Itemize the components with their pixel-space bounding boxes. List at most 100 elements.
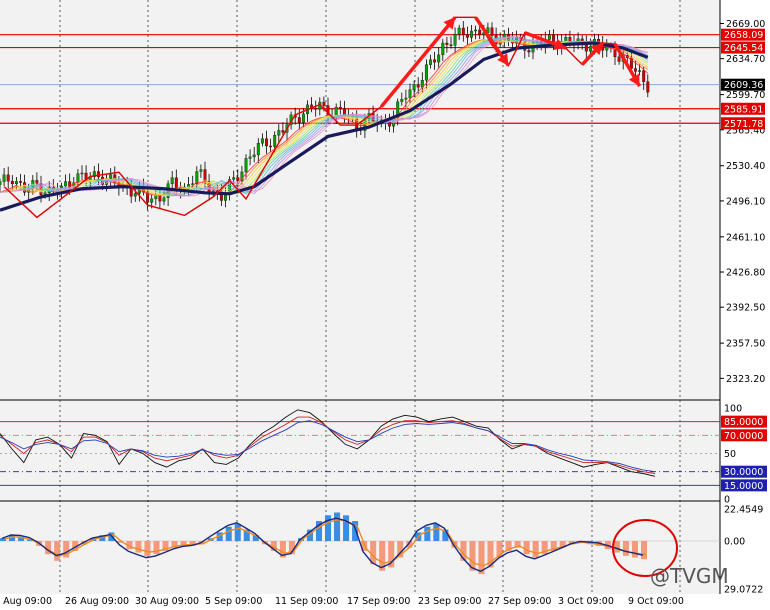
price-tick-label: 2496.10: [726, 196, 765, 207]
candle-body: [170, 177, 174, 184]
candle-body: [256, 143, 260, 156]
level-price-tag-text: 2571.78: [724, 119, 763, 130]
oscillator-tick-label: 50: [724, 449, 736, 460]
candle-body: [441, 42, 445, 56]
price-tick-label: 2530.40: [726, 161, 765, 172]
macd-tick-label: 29.0722: [724, 585, 763, 596]
candle-body: [634, 68, 637, 72]
candle-body: [2, 174, 6, 182]
macd-tick-label: 22.4549: [724, 505, 763, 516]
candle-body: [437, 54, 441, 63]
plot-area-background: [0, 0, 720, 594]
candle-body: [80, 172, 84, 175]
candle-body: [174, 177, 178, 189]
current-price-tag-text: 2609.36: [724, 80, 763, 91]
price-tick-label: 2461.10: [726, 232, 765, 243]
candle-body: [314, 108, 318, 110]
candle-body: [470, 30, 473, 38]
candle-body: [474, 29, 478, 32]
macd-histogram-bar: [631, 541, 638, 558]
candle-body: [248, 156, 252, 159]
price-tick-label: 2634.70: [726, 54, 765, 65]
candle-body: [301, 113, 305, 123]
candle-body: [552, 34, 555, 43]
macd-histogram-bar: [424, 526, 431, 541]
candle-body: [429, 59, 432, 65]
price-tick-label: 2357.50: [726, 339, 765, 350]
candle-body: [461, 27, 465, 35]
candle-body: [408, 89, 412, 99]
candle-body: [199, 169, 203, 172]
candle-body: [236, 177, 240, 181]
x-axis-tick-label: 26 Aug 09:00: [65, 596, 129, 607]
level-price-tag-text: 2658.09: [724, 30, 763, 41]
candle-body: [490, 27, 494, 36]
level-price-tag-text: 2585.91: [724, 104, 763, 115]
oscillator-tick-label: 100: [724, 404, 742, 415]
price-tick-label: 2669.00: [726, 19, 765, 30]
candle-body: [642, 70, 646, 82]
candle-body: [150, 198, 154, 203]
candle-body: [162, 197, 166, 202]
candle-body: [96, 171, 100, 178]
oscillator-level-tag-text: 30.0000: [724, 467, 763, 478]
candle-body: [64, 181, 68, 187]
candle-body: [400, 99, 404, 102]
candle-body: [453, 34, 457, 46]
price-tick-label: 2323.20: [726, 374, 765, 385]
candle-body: [416, 84, 420, 88]
x-axis-tick-label: 3 Oct 09:00: [558, 596, 614, 607]
macd-histogram-bar: [144, 541, 151, 556]
x-axis-tick-label: 27 Sep 09:00: [488, 596, 551, 607]
candle-body: [433, 59, 437, 63]
candle-body: [158, 195, 162, 202]
macd-histogram-bar: [225, 526, 232, 541]
candle-body: [527, 50, 531, 53]
candle-body: [617, 56, 621, 62]
candle-body: [478, 29, 482, 35]
candle-body: [547, 34, 551, 40]
candle-body: [297, 117, 301, 123]
candle-body: [19, 181, 22, 183]
candle-body: [252, 154, 256, 158]
candle-body: [449, 44, 453, 46]
candle-body: [133, 193, 137, 197]
macd-tick-label: 0.00: [724, 537, 745, 548]
x-axis-tick-label: 23 Sep 09:00: [418, 596, 481, 607]
candle-body: [445, 42, 449, 45]
macd-histogram-bar: [640, 541, 647, 560]
price-tick-label: 2599.70: [726, 90, 765, 101]
candle-body: [244, 158, 248, 173]
candle-body: [260, 138, 264, 144]
chart-svg: 2669.002634.702599.702565.402530.402496.…: [0, 0, 770, 610]
price-tick-label: 2392.50: [726, 303, 765, 314]
macd-histogram-bar: [523, 541, 530, 555]
candle-body: [322, 101, 326, 106]
macd-histogram-bar: [54, 541, 61, 561]
price-tick-label: 2426.80: [726, 268, 765, 279]
watermark-text: @TVGM: [650, 564, 729, 588]
candle-body: [265, 138, 268, 147]
macd-histogram-bar: [153, 541, 160, 555]
candle-body: [638, 70, 642, 72]
candle-body: [334, 106, 338, 116]
candle-body: [269, 145, 273, 148]
macd-histogram-bar: [622, 541, 629, 556]
oscillator-level-tag-text: 85.0000: [724, 417, 763, 428]
macd-histogram-bar: [613, 541, 620, 553]
x-axis-tick-label: 9 Oct 09:00: [628, 596, 684, 607]
oscillator-level-tag-text: 15.0000: [724, 481, 763, 492]
chart-stage: 2669.00 2634.70 2599.70 2565.40 2530.40 2496.…: [0, 0, 770, 610]
x-axis-tick-label: 11 Sep 09:00: [275, 596, 338, 607]
candle-body: [281, 130, 285, 133]
macd-histogram-bar: [234, 523, 241, 541]
x-axis-tick-label: 5 Sep 09:00: [205, 596, 262, 607]
macd-histogram-bar: [343, 515, 350, 541]
macd-histogram-bar: [135, 541, 142, 553]
candle-body: [10, 180, 14, 185]
candle-body: [109, 174, 113, 179]
candle-body: [338, 106, 342, 110]
candle-body: [35, 180, 39, 184]
candle-body: [424, 64, 428, 81]
candle-body: [14, 181, 18, 185]
